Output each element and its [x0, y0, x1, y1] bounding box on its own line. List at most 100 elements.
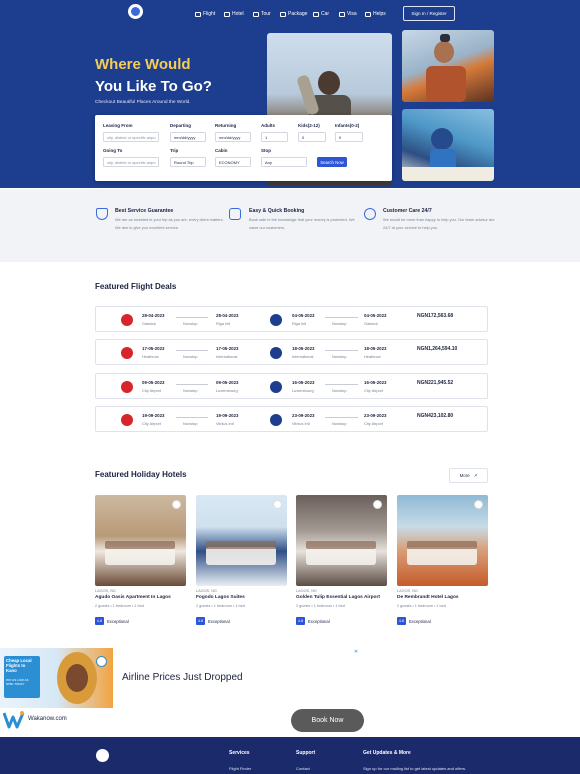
book-now-button[interactable]: Book Now [291, 709, 364, 732]
depart-date: 17-05-2023 [142, 346, 165, 351]
flights-title: Featured Flight Deals [95, 282, 177, 291]
advert-promo-card: Cheap Local Flights to Kano PAY AS LOW A… [4, 656, 40, 698]
adults-input[interactable]: 1 [261, 132, 288, 142]
hotel-details: 2 guests • 1 bedroom • 1 bed [397, 604, 446, 608]
return-depart-date: 18-05-2023 [292, 346, 315, 351]
hotel-image[interactable] [95, 495, 186, 586]
stops: Nonstop [332, 354, 347, 359]
cabin-label: Cabin [215, 148, 228, 153]
card-icon [229, 208, 241, 220]
return-depart-date: 04-05-2023 [292, 313, 315, 318]
rating-label: Exceptional [107, 618, 129, 624]
favorite-icon[interactable] [373, 500, 382, 509]
hotel-location: LAGOS, NG [397, 589, 418, 593]
return-arrive-city: City Airport [364, 388, 384, 393]
trip-select[interactable]: Round Trip [170, 157, 206, 167]
stops: Nonstop [332, 421, 347, 426]
more-hotels-button[interactable]: More ↗ [449, 468, 488, 483]
departing-date-input[interactable]: mm/dd/yyyy [170, 132, 206, 142]
returning-date-input[interactable]: mm/dd/yyyy [215, 132, 251, 142]
route-line [176, 417, 208, 418]
flight-deal-row[interactable]: 09-05-2023 City Airport Nonstop 09-05-2023 L… [95, 373, 488, 399]
hotel-image[interactable] [397, 495, 488, 586]
leaving-input[interactable]: city, district or specific airpo [103, 132, 159, 142]
leaving-label: Leaving From [103, 123, 133, 128]
return-depart-date: 16-05-2023 [292, 380, 315, 385]
route-line [176, 317, 208, 318]
flight-deal-row[interactable]: 28-04-2023 Gatwick Nonstop 28-04-2023 Riga I… [95, 306, 488, 332]
sign-in-button[interactable]: Sign In / Register [403, 6, 455, 21]
stops: Nonstop [332, 321, 347, 326]
return-arrive-city: City Airport [364, 421, 384, 426]
footer-logo[interactable] [96, 749, 109, 762]
hotel-card[interactable]: LAGOS, NG De Rembrandt Hotel Lagos 2 guest… [397, 495, 488, 635]
return-depart-city: Luxembourg [292, 388, 314, 393]
arrive-city: Riga Intl [216, 321, 231, 326]
flight-deal-row[interactable]: 19-09-2023 City Airport Nonstop 19-09-2023 V… [95, 406, 488, 432]
return-depart-date: 23-09-2023 [292, 413, 315, 418]
favorite-icon[interactable] [474, 500, 483, 509]
footer-updates-text: Sign up for our mailing list to get late… [363, 766, 467, 771]
route-line [176, 350, 208, 351]
nav-helps[interactable]: Helps [365, 9, 386, 19]
nav-car[interactable]: Car [313, 9, 329, 19]
nav-hotel[interactable]: Hotel [224, 9, 244, 19]
airline-logo [270, 314, 282, 326]
favorite-icon[interactable] [172, 500, 181, 509]
hotel-image[interactable] [296, 495, 387, 586]
flight-price: NGN423,102.80 [417, 413, 454, 419]
flight-deal-row[interactable]: 17-05-2023 Heathrow Nonstop 17-05-2023 Inter… [95, 339, 488, 365]
hotel-card[interactable]: LAGOS, NG Agudo Oasis Apartment In Lagos 2… [95, 495, 186, 635]
return-depart-city: Riga Intl [292, 321, 307, 326]
ad-close-icon[interactable]: ✕ [354, 649, 358, 655]
plane-icon [195, 11, 201, 17]
kids-input[interactable]: 0 [298, 132, 326, 142]
airline-logo [270, 381, 282, 393]
arrive-city: International [216, 354, 238, 359]
route-line [325, 417, 358, 418]
cabin-select[interactable]: ECONOMY [215, 157, 251, 167]
footer-link[interactable]: Contact [296, 766, 310, 771]
hotel-name[interactable]: Fogodo Lagos Suites [196, 595, 245, 600]
hotel-card[interactable]: LAGOS, NG Golden Tulip Essential Lagos Ai… [296, 495, 387, 635]
nav-package[interactable]: Package [280, 9, 307, 19]
search-now-button[interactable]: Search Now [317, 157, 347, 167]
feature-desc: Book safe in the knowledge that your mon… [249, 217, 355, 231]
car-icon [313, 11, 319, 17]
hotel-card[interactable]: LAGOS, NG Fogodo Lagos Suites 2 guests • 1… [196, 495, 287, 635]
nav-tour[interactable]: Tour [253, 9, 271, 19]
advert-brand: Wakanow.com [28, 716, 67, 722]
hotel-name[interactable]: De Rembrandt Hotel Lagos [397, 595, 459, 600]
footer-link[interactable]: Flight Finder [229, 766, 251, 771]
return-depart-city: Vilnius Intl [292, 421, 310, 426]
hotel-details: 2 guests • 1 bedroom • 1 bed [296, 604, 345, 608]
shield-icon [96, 208, 108, 220]
nav-visa[interactable]: Visa [339, 9, 357, 19]
feature-title: Customer Care 24/7 [383, 208, 432, 214]
stops: Nonstop [183, 421, 198, 426]
logo[interactable] [128, 4, 143, 19]
promo-text: Kano [6, 668, 17, 673]
route-line [325, 384, 358, 385]
return-arrive-date: 23-09-2023 [364, 413, 387, 418]
stop-select[interactable]: Any [261, 157, 307, 167]
tour-icon [253, 11, 259, 17]
infants-input[interactable]: 0 [335, 132, 363, 142]
flight-price: NGN172,563.68 [417, 313, 454, 319]
going-input[interactable]: city, district or specific airpo [103, 157, 159, 167]
favorite-icon[interactable] [273, 500, 282, 509]
hotel-name[interactable]: Golden Tulip Essential Lagos Airport [296, 595, 380, 600]
hotel-name[interactable]: Agudo Oasis Apartment In Lagos [95, 595, 171, 600]
rating-badge: 4.8 [296, 617, 305, 625]
hero-subtitle: Checkout Beautiful Places Around the Wor… [95, 100, 191, 105]
nav-flight[interactable]: Flight [195, 9, 215, 19]
route-line [325, 317, 358, 318]
return-arrive-city: Gatwick [364, 321, 378, 326]
feature-desc: We are as invested in your trip as you a… [115, 217, 224, 231]
hero-title-line1: Where Would [95, 56, 191, 73]
turkish-airlines-logo [121, 314, 133, 326]
wakanow-logo-icon [3, 711, 25, 729]
hotel-image[interactable] [196, 495, 287, 586]
trip-label: Trip [170, 148, 179, 153]
depart-city: Gatwick [142, 321, 156, 326]
